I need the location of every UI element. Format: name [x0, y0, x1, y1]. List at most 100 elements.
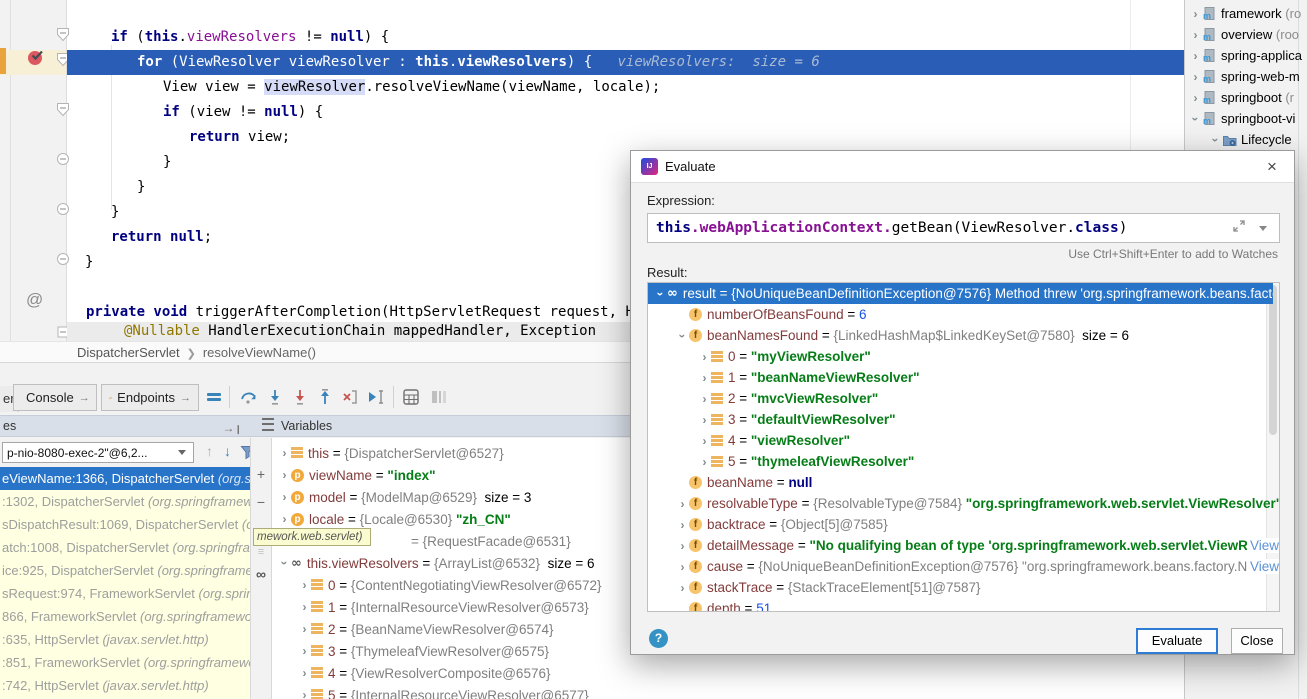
tree-row[interactable]: ›5 = {InternalResourceViewResolver@6577} [272, 684, 1184, 699]
sidebar-item-springboot-vi[interactable]: ›mspringboot-vi [1185, 108, 1307, 129]
tree-chevron-icon[interactable]: › [698, 413, 711, 427]
frames-panel-header[interactable]: es →❙ [0, 415, 250, 437]
tree-chevron-icon[interactable]: › [698, 434, 711, 448]
tree-chevron-icon[interactable]: › [1189, 28, 1202, 42]
stack-frame[interactable]: :851, FrameworkServlet (org.springframew… [0, 651, 250, 674]
tree-chevron-icon[interactable]: › [676, 560, 689, 574]
tree-row[interactable]: ›fbeanNamesFound = {LinkedHashMap$Linked… [648, 325, 1280, 346]
force-step-into-icon[interactable] [291, 388, 309, 406]
prev-frame-icon[interactable]: ↑ [206, 443, 213, 459]
tree-chevron-icon[interactable]: › [676, 581, 689, 595]
sidebar-item-framework[interactable]: ›mframework (ro [1185, 3, 1307, 24]
stack-frame[interactable]: :1302, DispatcherServlet (org.springfram… [0, 490, 250, 513]
code-line[interactable]: if (view != null) { [67, 100, 1184, 125]
tree-chevron-icon[interactable]: › [676, 329, 690, 342]
evaluate-button[interactable]: Evaluate [1136, 628, 1218, 654]
stack-frame[interactable]: :742, HttpServlet (javax.servlet.http) [0, 674, 250, 697]
evaluate-expression-icon[interactable] [402, 388, 420, 406]
tree-row[interactable]: fdepth = 51 [648, 598, 1280, 612]
dialog-titlebar[interactable]: IJ Evaluate × [631, 151, 1294, 183]
tree-row[interactable]: ›3 = "defaultViewResolver" [648, 409, 1280, 430]
expand-editor-icon[interactable] [1232, 219, 1246, 233]
tree-chevron-icon[interactable]: › [278, 557, 292, 570]
stack-frame[interactable]: eViewName:1366, DispatcherServlet (org.s… [0, 467, 250, 490]
tree-row[interactable]: ›∞result = {NoUniqueBeanDefinitionExcept… [648, 283, 1273, 304]
layout-settings-icon[interactable] [430, 388, 448, 406]
drop-frame-icon[interactable] [341, 388, 359, 406]
code-line[interactable]: return view; [67, 125, 1184, 150]
remove-watch-icon[interactable]: − [251, 494, 271, 510]
sidebar-item-Lifecycle[interactable]: ›Lifecycle [1185, 129, 1307, 150]
tree-chevron-icon[interactable]: › [698, 371, 711, 385]
add-watch-icon[interactable]: + [251, 466, 271, 482]
stack-frame[interactable]: sRequest:974, FrameworkServlet (org.spri… [0, 582, 250, 605]
editor-gutter[interactable]: @ [0, 0, 67, 341]
tree-chevron-icon[interactable]: › [278, 490, 291, 504]
tree-chevron-icon[interactable]: › [698, 455, 711, 469]
result-tree[interactable]: ›∞result = {NoUniqueBeanDefinitionExcept… [647, 282, 1280, 612]
next-frame-icon[interactable]: ↓ [224, 443, 231, 459]
tree-chevron-icon[interactable]: › [298, 666, 311, 680]
step-out-icon[interactable] [316, 388, 334, 406]
close-button[interactable]: Close [1231, 628, 1283, 654]
tree-chevron-icon[interactable]: › [298, 644, 311, 658]
show-watches-icon[interactable]: ≡ [251, 546, 271, 558]
stack-frame[interactable]: atch:1008, DispatcherServlet (org.spring… [0, 536, 250, 559]
breakpoint-icon[interactable] [27, 48, 45, 66]
thread-selector[interactable]: p-nio-8080-exec-2"@6,2... [2, 442, 194, 463]
tree-chevron-icon[interactable]: › [298, 622, 311, 636]
tree-chevron-icon[interactable]: › [654, 287, 668, 300]
tree-row[interactable]: fnumberOfBeansFound = 6 [648, 304, 1280, 325]
stack-frame[interactable]: :635, HttpServlet (javax.servlet.http) [0, 628, 250, 651]
step-into-icon[interactable] [266, 388, 284, 406]
tree-chevron-icon[interactable]: › [676, 539, 689, 553]
menu-icon[interactable] [262, 418, 274, 431]
tab-console[interactable]: Console → [13, 384, 97, 411]
tree-chevron-icon[interactable]: › [298, 578, 311, 592]
tree-row[interactable]: ›0 = "myViewResolver" [648, 346, 1280, 367]
breadcrumb-class[interactable]: DispatcherServlet [77, 345, 180, 360]
stack-frame[interactable]: 866, FrameworkServlet (org.springframewo [0, 605, 250, 628]
watches-icon[interactable]: ∞ [251, 566, 271, 582]
close-icon[interactable]: × [1260, 155, 1284, 179]
tree-chevron-icon[interactable]: › [278, 446, 291, 460]
tree-row[interactable]: ›fresolvableType = {ResolvableType@7584}… [648, 493, 1280, 514]
view-link[interactable]: View [1247, 559, 1279, 574]
tree-row[interactable]: ›2 = "mvcViewResolver" [648, 388, 1280, 409]
run-to-cursor-icon[interactable] [367, 388, 385, 406]
tree-chevron-icon[interactable]: › [298, 688, 311, 699]
tree-chevron-icon[interactable]: › [676, 497, 689, 511]
tree-chevron-icon[interactable]: › [698, 392, 711, 406]
pin-icon[interactable]: →❙ [222, 418, 242, 440]
tree-row[interactable]: ›1 = "beanNameViewResolver" [648, 367, 1280, 388]
tab-endpoints[interactable]: Endpoints → [101, 384, 199, 411]
help-icon[interactable]: ? [649, 629, 668, 648]
sidebar-item-spring-web-m[interactable]: ›mspring-web-m [1185, 66, 1307, 87]
tree-row[interactable]: ›fdetailMessage = "No qualifying bean of… [648, 535, 1280, 556]
frames-list[interactable]: eViewName:1366, DispatcherServlet (org.s… [0, 467, 250, 699]
tree-chevron-icon[interactable]: › [278, 468, 291, 482]
stack-frame[interactable]: sDispatchResult:1069, DispatcherServlet … [0, 513, 250, 536]
tree-chevron-icon[interactable]: › [1189, 7, 1202, 21]
expression-input[interactable]: this.webApplicationContext.getBean(ViewR… [647, 213, 1280, 243]
stack-frame[interactable]: ice:925, DispatcherServlet (org.springfr… [0, 559, 250, 582]
tree-chevron-icon[interactable]: › [278, 512, 291, 526]
tree-chevron-icon[interactable]: › [1209, 133, 1223, 146]
tree-row[interactable]: ›5 = "thymeleafViewResolver" [648, 451, 1280, 472]
breadcrumb-method[interactable]: resolveViewName() [203, 345, 316, 360]
tree-row[interactable]: ›4 = {ViewResolverComposite@6576} [272, 662, 1184, 684]
tree-row[interactable]: ›fstackTrace = {StackTraceElement[51]@75… [648, 577, 1280, 598]
tree-chevron-icon[interactable]: › [1189, 49, 1202, 63]
tree-chevron-icon[interactable]: › [1189, 91, 1202, 105]
tree-row[interactable]: ›4 = "viewResolver" [648, 430, 1280, 451]
tree-row[interactable]: fbeanName = null [648, 472, 1280, 493]
sidebar-item-springboot[interactable]: ›mspringboot (r [1185, 87, 1307, 108]
tree-chevron-icon[interactable]: › [676, 518, 689, 532]
tree-chevron-icon[interactable]: › [698, 350, 711, 364]
sidebar-item-spring-applica[interactable]: ›mspring-applica [1185, 45, 1307, 66]
code-line[interactable]: View view = viewResolver.resolveViewName… [67, 75, 1184, 100]
tree-row[interactable]: ›fcause = {NoUniqueBeanDefinitionExcepti… [648, 556, 1280, 577]
tree-chevron-icon[interactable]: › [1189, 112, 1203, 125]
tree-row[interactable]: ›fbacktrace = {Object[5]@7585} [648, 514, 1280, 535]
tree-chevron-icon[interactable]: › [298, 600, 311, 614]
